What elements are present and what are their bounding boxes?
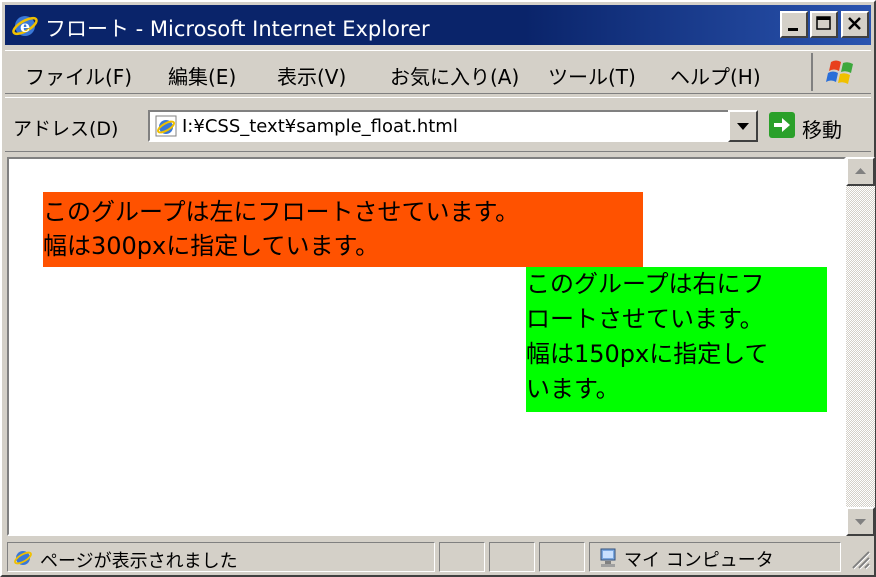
page-icon [155, 115, 177, 137]
svg-text:e: e [20, 17, 30, 36]
right-float-line: このグループは右にフ [526, 270, 765, 298]
maximize-icon [816, 16, 831, 30]
arrow-down-icon [855, 519, 866, 525]
address-label: アドレス(D) [13, 118, 119, 140]
menu-favorites[interactable]: お気に入り(A) [390, 61, 519, 90]
address-input[interactable]: I:¥CSS_text¥sample_float.html [148, 110, 758, 142]
right-float-box: このグループは右にフ ロートさせています。 幅は150pxに指定して います。 [526, 267, 827, 412]
menu-help[interactable]: ヘルプ(H) [670, 61, 761, 90]
status-bar: ページが表示されました マイ コンピュータ [5, 540, 871, 574]
status-text: ページが表示されました [40, 551, 238, 572]
address-value: I:¥CSS_text¥sample_float.html [182, 116, 458, 137]
status-pane [439, 542, 485, 572]
menu-view[interactable]: 表示(V) [277, 61, 346, 90]
vertical-scrollbar[interactable] [846, 157, 875, 536]
status-pane-zone: マイ コンピュータ [589, 542, 841, 572]
status-pane [489, 542, 535, 572]
right-float-line: ロートさせています。 [526, 305, 764, 333]
go-arrow-icon [769, 112, 795, 138]
left-float-line: このグループは左にフロートさせています。 [43, 198, 520, 226]
minimize-icon [788, 28, 798, 31]
minimize-button[interactable] [780, 11, 808, 38]
left-float-line: 幅は300pxに指定しています。 [43, 232, 380, 260]
windows-logo-icon [811, 53, 869, 91]
menu-bar: ファイル(F) 編集(E) 表示(V) お気に入り(A) ツール(T) ヘルプ(… [5, 50, 871, 94]
ie-page-icon [14, 551, 32, 565]
scroll-up-button[interactable] [846, 157, 875, 186]
ie-logo-icon: e [12, 16, 38, 36]
page-viewport[interactable]: このグループは左にフロートさせています。 幅は300pxに指定しています。 この… [7, 157, 846, 536]
title-bar[interactable]: e フロート - Microsoft Internet Explorer [5, 5, 871, 45]
address-bar: アドレス(D) I:¥CSS_text¥sample_float.html 移動 [5, 97, 871, 152]
browser-window: e フロート - Microsoft Internet Explorer ファイ… [0, 0, 876, 577]
menu-tools[interactable]: ツール(T) [548, 61, 636, 90]
zone-text: マイ コンピュータ [624, 550, 774, 571]
go-button[interactable]: 移動 [768, 110, 868, 142]
menu-file[interactable]: ファイル(F) [25, 61, 132, 90]
menu-edit[interactable]: 編集(E) [168, 61, 236, 90]
computer-icon [600, 548, 616, 567]
resize-grip-icon[interactable] [845, 544, 871, 572]
address-dropdown-button[interactable] [728, 110, 758, 142]
window-title: フロート - Microsoft Internet Explorer [45, 17, 430, 41]
status-pane-main: ページが表示されました [7, 542, 435, 572]
chevron-down-icon [737, 123, 749, 130]
close-button[interactable] [841, 11, 869, 38]
go-label: 移動 [802, 118, 842, 142]
arrow-up-icon [855, 168, 866, 174]
right-float-line: 幅は150pxに指定して [526, 340, 769, 368]
status-pane [539, 542, 585, 572]
maximize-button[interactable] [810, 11, 838, 38]
close-icon [848, 17, 861, 30]
scroll-down-button[interactable] [846, 507, 875, 536]
left-float-box: このグループは左にフロートさせています。 幅は300pxに指定しています。 [43, 192, 643, 267]
right-float-line: います。 [526, 375, 620, 403]
